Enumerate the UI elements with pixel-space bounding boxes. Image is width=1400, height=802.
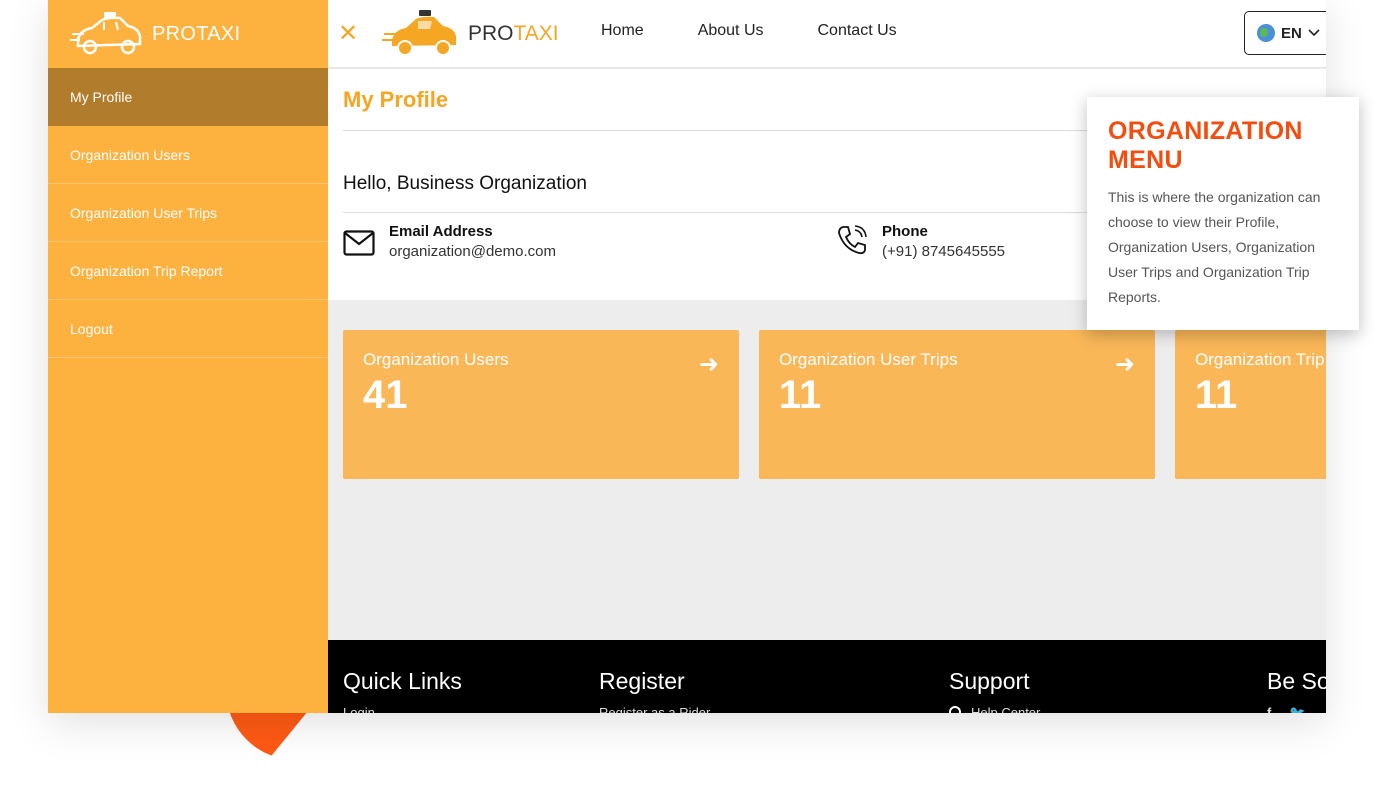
card-value: 41 (363, 373, 408, 417)
nav-about-us[interactable]: About Us (698, 22, 764, 40)
globe-icon (1257, 24, 1275, 42)
footer-col-quick-links: Quick Links Login (343, 668, 462, 713)
tooltip-title: ORGANIZATION MENU (1108, 117, 1303, 174)
nav-contact-us[interactable]: Contact Us (818, 22, 897, 40)
tour-tooltip: ORGANIZATION MENU This is where the orga… (1087, 97, 1359, 330)
sidebar-logo[interactable]: PROTAXI (48, 0, 328, 68)
phone-label: Phone (882, 223, 928, 240)
facebook-icon[interactable]: f (1267, 705, 1271, 713)
footer-col-register: Register Register as a Rider (599, 668, 710, 713)
help-circle-icon (949, 706, 961, 713)
card-title: Organization Trip Report (1195, 350, 1326, 369)
phone-value: (+91) 8745645555 (882, 243, 1006, 260)
footer-title: Register (599, 668, 685, 694)
close-icon[interactable]: ✕ (338, 21, 358, 45)
sidebar-brand-name: PROTAXI (152, 22, 241, 45)
phone-icon (838, 225, 867, 255)
phone-block: Phone (+91) 8745645555 (836, 223, 1005, 260)
nav-home[interactable]: Home (601, 22, 644, 40)
top-navbar: ✕ PROTAXI Home About Us Contact Us EN (328, 0, 1326, 68)
email-value: organization@demo.com (389, 243, 556, 260)
footer-link[interactable]: Register as a Rider (599, 705, 710, 713)
email-block: Email Address organization@demo.com (343, 223, 556, 260)
main-nav: Home About Us Contact Us (601, 22, 897, 40)
twitter-icon[interactable]: 🐦 (1289, 705, 1305, 713)
card-organization-trip-report[interactable]: Organization Trip Report 11 (1175, 330, 1326, 479)
footer: Quick Links Login Register Register as a… (328, 640, 1326, 713)
chevron-down-icon (1308, 29, 1320, 37)
header-brand-name: PROTAXI (468, 22, 559, 46)
footer-title: Support (949, 668, 1030, 694)
card-value: 11 (779, 373, 822, 417)
sidebar: PROTAXI My Profile Organization Users Or… (48, 0, 328, 713)
greeting-text: Hello, Business Organization (343, 173, 587, 194)
page-title: My Profile (343, 87, 449, 112)
sidebar-item-my-profile[interactable]: My Profile (48, 68, 328, 126)
brand-part-taxi: TAXI (513, 22, 559, 45)
card-title: Organization Users (363, 350, 509, 369)
sidebar-item-organization-user-trips[interactable]: Organization User Trips (48, 184, 328, 242)
footer-link[interactable]: Help Center (949, 705, 1040, 713)
sidebar-item-organization-trip-report[interactable]: Organization Trip Report (48, 242, 328, 300)
tooltip-body: This is where the organization can choos… (1108, 189, 1321, 305)
card-title: Organization User Trips (779, 350, 958, 369)
footer-title: Be Social (1267, 668, 1326, 694)
envelope-icon (343, 230, 375, 256)
footer-link-label: Help Center (971, 705, 1041, 713)
sidebar-item-logout[interactable]: Logout (48, 300, 328, 358)
arrow-right-icon[interactable]: ➜ (699, 350, 719, 378)
card-value: 11 (1195, 373, 1238, 417)
footer-col-be-social: Be Social f 🐦 (1267, 668, 1326, 713)
card-organization-user-trips[interactable]: Organization User Trips 11 ➜ (759, 330, 1155, 479)
language-code: EN (1281, 24, 1302, 42)
email-label: Email Address (389, 223, 493, 240)
footer-title: Quick Links (343, 668, 462, 694)
language-selector[interactable]: EN (1244, 11, 1326, 55)
footer-col-support: Support Help Center (949, 668, 1040, 713)
social-icons: f 🐦 (1267, 705, 1326, 713)
card-organization-users[interactable]: Organization Users 41 ➜ (343, 330, 739, 479)
taxi-car-icon (382, 10, 456, 56)
arrow-right-icon[interactable]: ➜ (1115, 350, 1135, 378)
footer-link[interactable]: Login (343, 705, 462, 713)
sidebar-item-organization-users[interactable]: Organization Users (48, 126, 328, 184)
taxi-car-icon (70, 12, 142, 55)
header-logo[interactable]: PROTAXI (382, 8, 559, 60)
brand-part-pro: PRO (468, 22, 514, 45)
